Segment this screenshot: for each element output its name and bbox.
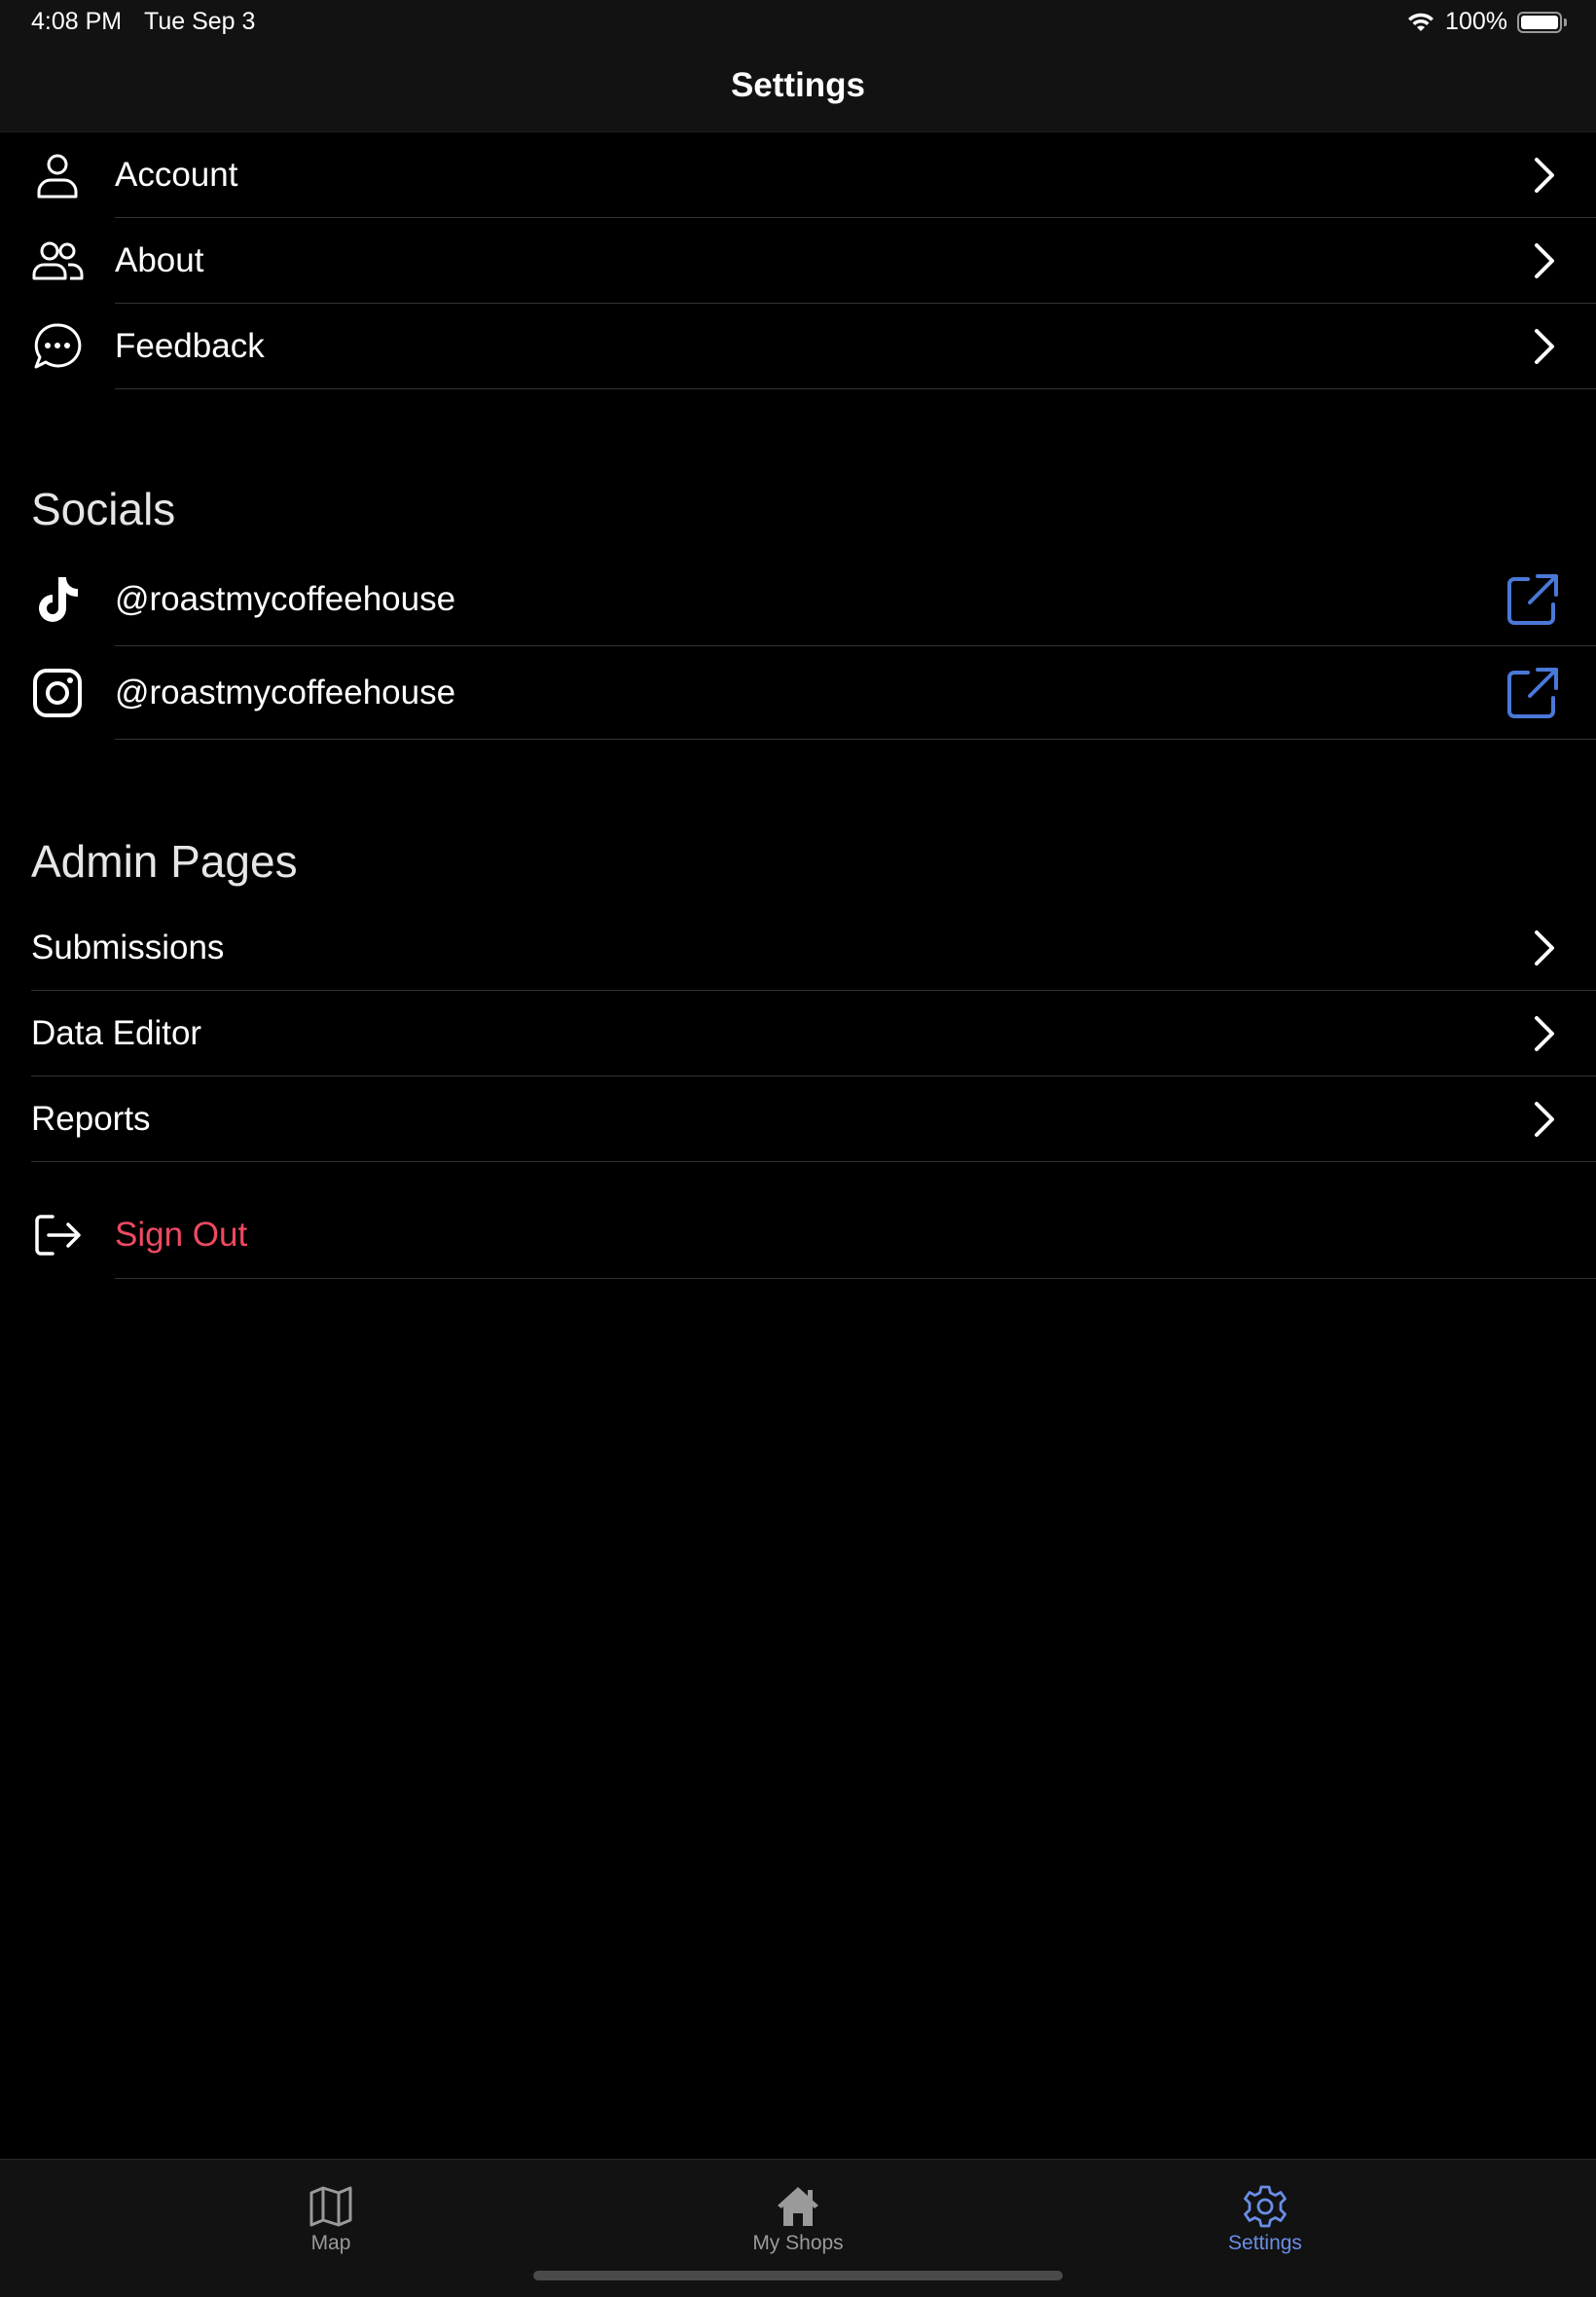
chevron-right-icon xyxy=(1535,158,1554,193)
house-icon xyxy=(778,2187,818,2226)
navigation-bar: Settings xyxy=(0,45,1596,132)
people-icon xyxy=(32,241,84,280)
page-title: Settings xyxy=(730,66,866,104)
settings-row-account[interactable]: Account xyxy=(0,132,1596,218)
tiktok-handle: @roastmycoffeehouse xyxy=(115,580,456,618)
tab-settings-label: Settings xyxy=(1228,2232,1302,2254)
chevron-right-icon xyxy=(1535,329,1554,364)
row-divider xyxy=(115,1278,1596,1279)
submissions-label: Submissions xyxy=(31,929,225,966)
settings-row-about[interactable]: About xyxy=(0,218,1596,304)
admin-row-data-editor[interactable]: Data Editor xyxy=(0,991,1596,1076)
tab-settings[interactable]: Settings xyxy=(1168,2169,1362,2263)
battery-percent: 100% xyxy=(1445,8,1507,35)
chat-bubble-icon xyxy=(34,323,82,369)
socials-section-title: Socials xyxy=(31,484,176,534)
instagram-handle: @roastmycoffeehouse xyxy=(115,674,456,711)
row-divider xyxy=(115,388,1596,389)
sign-out-label: Sign Out xyxy=(115,1216,248,1254)
status-right: 100% xyxy=(1406,8,1567,36)
chevron-right-icon xyxy=(1535,243,1554,278)
map-icon xyxy=(309,2186,352,2227)
chevron-right-icon xyxy=(1535,1102,1554,1137)
admin-row-submissions[interactable]: Submissions xyxy=(0,905,1596,991)
gear-icon xyxy=(1244,2185,1287,2228)
settings-row-feedback[interactable]: Feedback xyxy=(0,304,1596,389)
status-bar: 4:08 PM Tue Sep 3 100% xyxy=(0,0,1596,45)
data-editor-label: Data Editor xyxy=(31,1014,202,1052)
status-time: 4:08 PM xyxy=(31,8,123,35)
account-label: Account xyxy=(115,156,238,194)
sign-out-icon xyxy=(35,1215,81,1256)
admin-row-reports[interactable]: Reports xyxy=(0,1076,1596,1162)
tab-my-shops[interactable]: My Shops xyxy=(701,2169,895,2263)
social-row-instagram[interactable]: @roastmycoffeehouse xyxy=(0,646,1596,740)
row-divider xyxy=(115,739,1596,740)
battery-fill xyxy=(1521,15,1558,29)
sign-out-button[interactable]: Sign Out xyxy=(0,1191,1596,1279)
feedback-label: Feedback xyxy=(115,327,265,365)
admin-section-title: Admin Pages xyxy=(31,836,298,887)
social-row-tiktok[interactable]: @roastmycoffeehouse xyxy=(0,553,1596,646)
status-date: Tue Sep 3 xyxy=(144,8,256,35)
home-indicator[interactable] xyxy=(533,2271,1063,2280)
person-icon xyxy=(37,154,78,199)
tiktok-icon xyxy=(39,577,78,622)
about-label: About xyxy=(115,241,204,279)
chevron-right-icon xyxy=(1535,930,1554,966)
row-divider xyxy=(31,1161,1596,1162)
reports-label: Reports xyxy=(31,1100,151,1138)
tab-map-label: Map xyxy=(310,2232,351,2254)
tab-map[interactable]: Map xyxy=(234,2169,428,2263)
instagram-icon xyxy=(33,669,82,717)
external-link-icon[interactable] xyxy=(1505,571,1561,628)
tab-my-shops-label: My Shops xyxy=(752,2232,844,2254)
chevron-right-icon xyxy=(1535,1016,1554,1051)
external-link-icon[interactable] xyxy=(1505,665,1561,721)
battery-icon xyxy=(1517,11,1562,33)
wifi-icon xyxy=(1408,13,1434,31)
battery-nub xyxy=(1564,18,1567,26)
